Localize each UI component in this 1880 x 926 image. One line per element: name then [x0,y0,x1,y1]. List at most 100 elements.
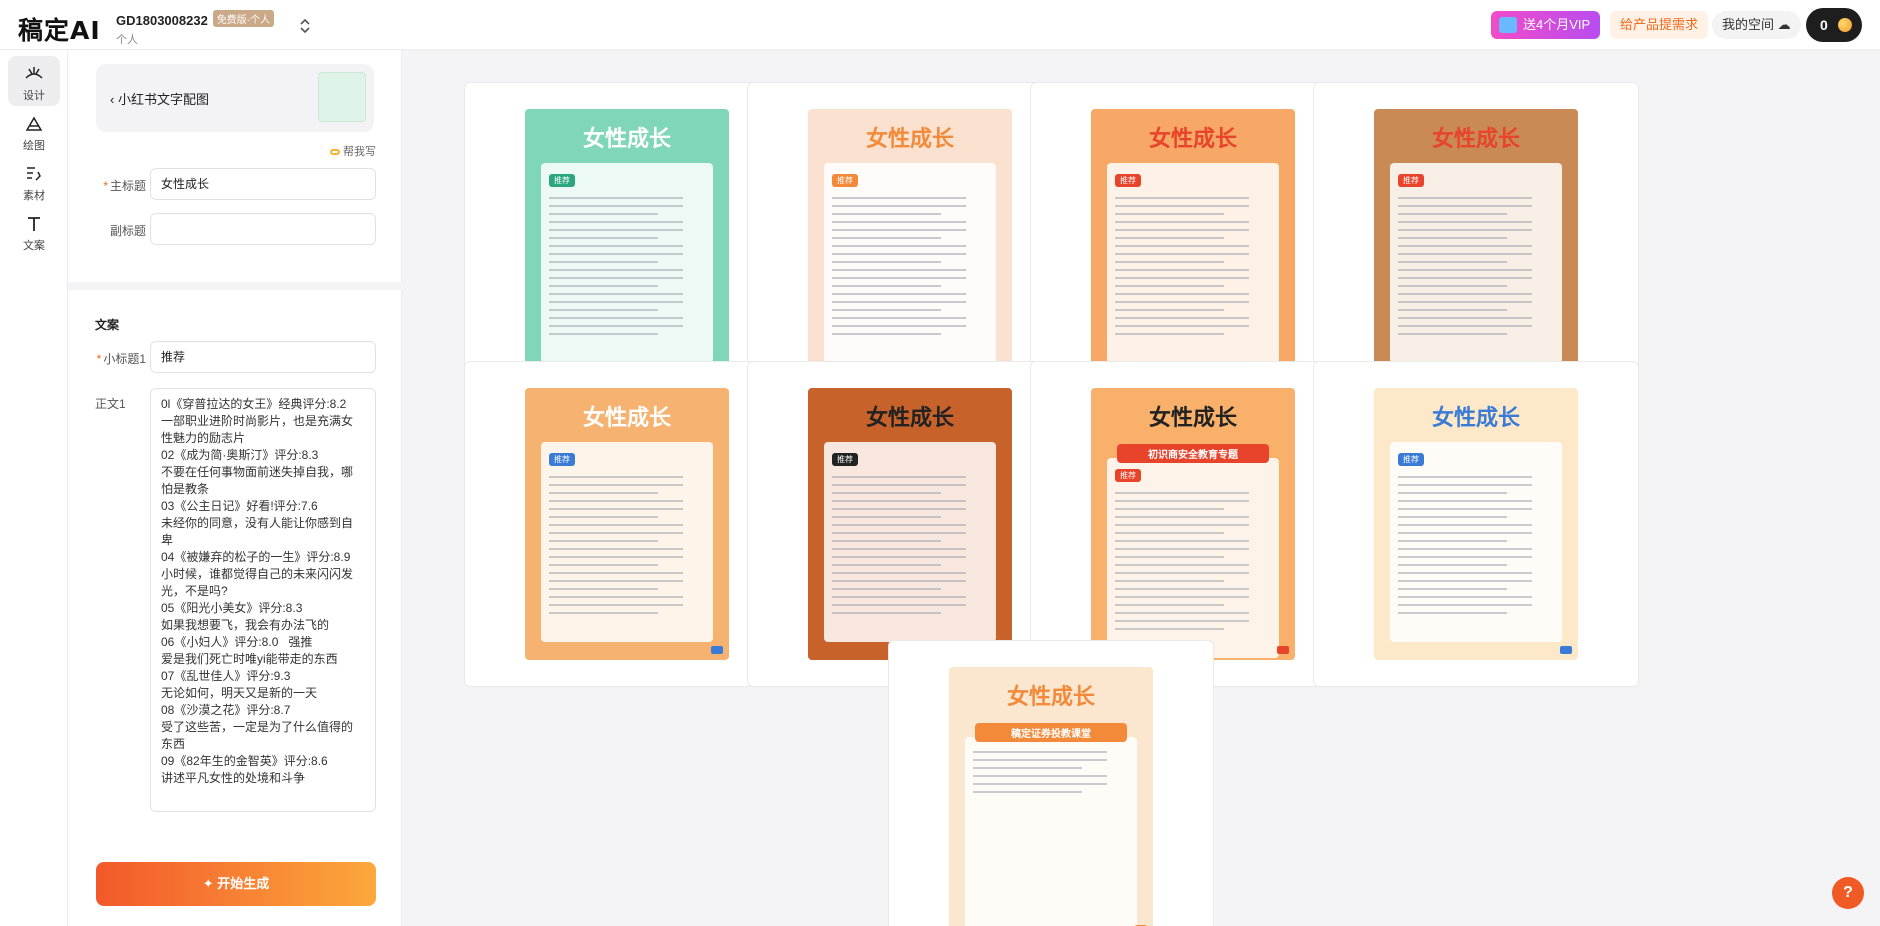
switch-account-icon[interactable] [298,16,312,36]
poster-text-line [1115,229,1250,231]
body-textarea[interactable]: 0l《穿普拉达的女王》经典评分:8.2 一部职业进阶时尚影片，也是充满女 性魅力的励… [150,388,376,812]
subtitle-input[interactable] [150,213,376,245]
poster-text-line [1115,564,1250,566]
poster-text-line [1115,524,1250,526]
poster-text-line [1398,317,1533,319]
help-button[interactable]: ? [1832,877,1864,909]
poster-text-line [1115,277,1250,279]
poster-text-line [1115,516,1250,518]
subtitle-label: 副标题 [109,224,146,238]
poster-text-line [1398,524,1533,526]
title-input[interactable]: 女性成长 [150,168,376,200]
result-card[interactable]: 女性成长 推荐 [747,82,1073,408]
poster-text-line [832,253,967,255]
poster-text-line [549,245,684,247]
poster-text-line [832,540,942,542]
result-card[interactable]: 女性成长 推荐 [1313,361,1639,687]
poster-image: 女性成长 推荐 [525,388,729,660]
poster-text-line [1398,293,1533,295]
poster-text-line [549,572,684,574]
points-balance[interactable]: 0 [1806,8,1862,42]
poster-text-line [1115,261,1225,263]
result-card[interactable]: 女性成长 推荐 [464,82,790,408]
body-line: 爱是我们死亡时唯yi能带走的东西 [161,652,338,666]
poster-text-line [832,245,967,247]
poster-text-line [1115,253,1250,255]
back-button[interactable]: ‹ 小红书文字配图 [110,89,209,108]
poster-text-line [1115,604,1225,606]
poster-text-line [1398,540,1508,542]
poster-text-line [832,213,942,215]
help-write-button[interactable]: 帮我写 [330,143,376,159]
poster-text-line [1398,261,1508,263]
poster-text-line [549,261,659,263]
poster-text-line [1115,293,1250,295]
generate-button[interactable]: ✦ 开始生成 [96,862,376,906]
poster-text-line [1115,237,1225,239]
poster-image: 女性成长 推荐 [1374,109,1578,381]
body-line: 02《成为简·奥斯汀》评分:8.3 [161,448,319,462]
nav-label: 绘图 [23,140,45,152]
poster-title: 女性成长 [865,127,954,152]
result-card[interactable]: 女性成长 初识商安全教育专题 推荐 [1030,361,1356,687]
poster-text-line [549,580,684,582]
account-info[interactable]: GD1803008232 免费版-个人 个人 [116,10,275,47]
poster-text-line [549,333,659,335]
body-line: 04《被嫌弃的松子的一生》评分:8.9 [161,550,351,564]
result-card[interactable]: 女性成长 推荐 [1313,82,1639,408]
crown-icon [1277,646,1289,654]
result-card[interactable]: 女性成长 稿定证券投教课堂 [888,640,1214,926]
poster-text-line [1398,221,1533,223]
poster-text-line [832,556,967,558]
poster-text-line [1115,245,1250,247]
nav-item-draw[interactable]: 绘图 [8,106,60,156]
poster-text-line [1115,548,1250,550]
poster-text-line [1398,492,1508,494]
feature-request-button[interactable]: 给产品提需求 [1610,11,1709,39]
poster-text-line [1398,604,1533,606]
poster-text-line [549,484,684,486]
gift-icon [1499,17,1517,33]
poster-text-line [1398,245,1533,247]
poster-text-line [832,532,967,534]
nav-item-text[interactable]: 文案 [8,206,60,256]
vip-promo-button[interactable]: 送4个月VIP [1491,11,1601,39]
template-thumbnail [318,72,366,122]
app-logo[interactable]: 稿定AI [18,11,101,47]
divider [68,282,402,290]
poster-tag: 推荐 [549,453,575,466]
poster-tag: 推荐 [1115,469,1141,482]
poster-text-line [1115,197,1250,199]
side-nav: 设计 绘图 素材 文案 [0,50,68,926]
poster-text-line [973,791,1083,793]
poster-content: 推荐 [541,442,713,642]
poster-text-line [1398,500,1533,502]
poster-text-line [832,277,967,279]
nav-item-design[interactable]: 设计 [8,56,60,106]
result-card[interactable]: 女性成长 推荐 [747,361,1073,687]
nav-item-material[interactable]: 素材 [8,156,60,206]
result-card[interactable]: 女性成长 推荐 [464,361,790,687]
poster-tag: 推荐 [832,453,858,466]
poster-text-line [832,500,967,502]
poster-text-line [549,205,684,207]
title-label: * 主标题 [103,179,146,193]
poster-text-line [832,564,942,566]
poster-text-line [832,588,942,590]
template-header[interactable]: ‹ 小红书文字配图 [96,64,374,132]
poster-text-line [832,205,967,207]
body-line: 受了这些苦，一定是为了什么值得的 [161,720,354,734]
poster-text-line [1115,556,1225,558]
draw-icon [25,116,43,131]
poster-text-line [1398,548,1533,550]
poster-text-line [973,767,1083,769]
poster-content: 推荐 [541,163,713,363]
poster-tag: 推荐 [1398,174,1424,187]
my-space-button[interactable]: 我的空间 ☁ [1712,11,1801,39]
poster-title: 女性成长 [1006,685,1095,710]
result-card[interactable]: 女性成长 推荐 [1030,82,1356,408]
poster-text-line [1115,309,1225,311]
subheading-input[interactable]: 推荐 [150,341,376,373]
poster-text-line [549,237,659,239]
body-line: 怕是教条 [161,482,210,496]
